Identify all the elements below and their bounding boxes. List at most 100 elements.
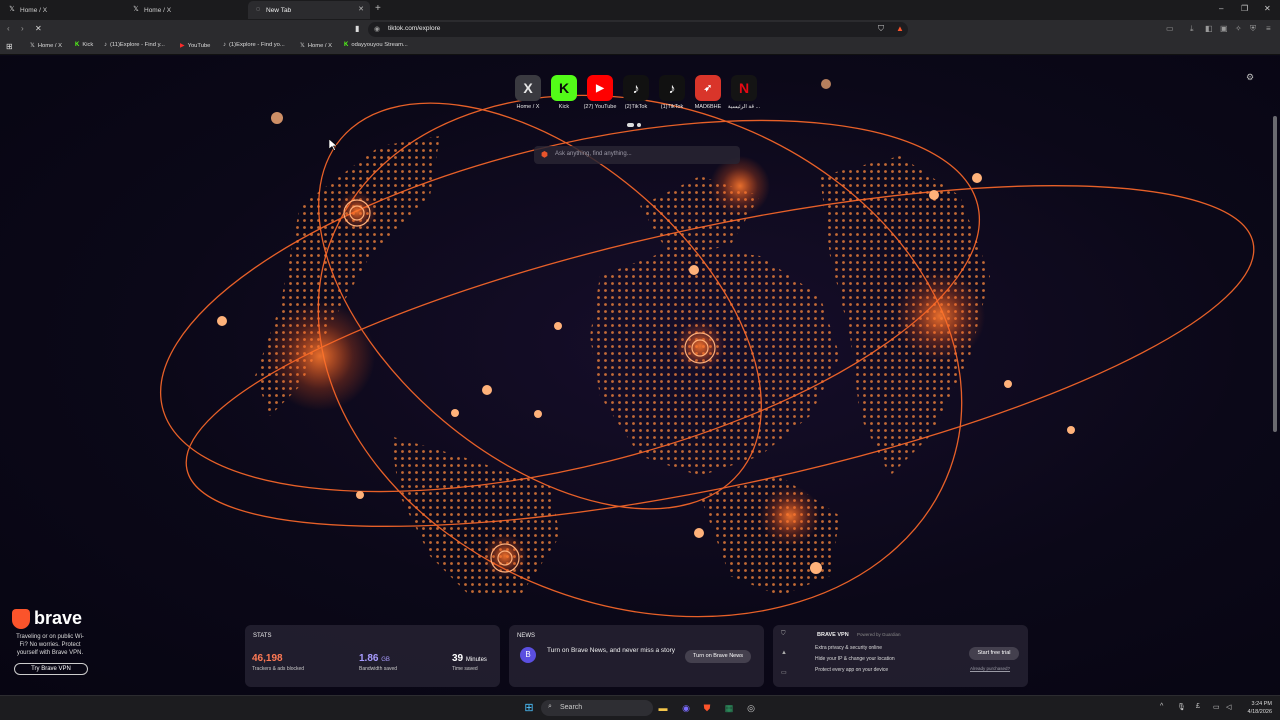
url-text: tiktok.com/explore bbox=[388, 25, 441, 32]
top-site-label: Home / X bbox=[516, 104, 540, 110]
vpn-tab-icon[interactable]: ⛉ bbox=[781, 631, 786, 638]
brave-browser-icon[interactable]: ⛊ bbox=[700, 701, 714, 715]
mouse-cursor-icon bbox=[329, 139, 338, 151]
taskbar-search-label: Search bbox=[560, 704, 583, 711]
stop-loading-icon[interactable]: ✕ bbox=[35, 24, 42, 34]
bookmark-item[interactable]: 𝕏 Home / X bbox=[300, 42, 332, 50]
customize-gear-icon[interactable]: ⚙ bbox=[1246, 72, 1254, 83]
tile-glyph: ▶ bbox=[596, 82, 604, 94]
tile-glyph: X bbox=[523, 80, 533, 96]
top-site-mad6bhe[interactable]: ➶ MAD6BHE bbox=[690, 75, 726, 110]
address-bar[interactable]: ◉ tiktok.com/explore bbox=[368, 22, 908, 37]
already-purchased-link[interactable]: Already purchased? bbox=[970, 666, 1010, 671]
try-brave-vpn-button[interactable]: Try Brave VPN bbox=[14, 663, 88, 675]
turn-on-news-button[interactable]: Turn on Brave News bbox=[685, 650, 751, 663]
bookmark-item[interactable]: 𝕏 Home / X bbox=[30, 42, 62, 50]
windows-start-icon[interactable]: ⊞ bbox=[522, 701, 536, 715]
clock[interactable]: 3:24 PM 4/18/2026 bbox=[1236, 700, 1272, 716]
restore-icon[interactable]: ❐ bbox=[1241, 4, 1248, 13]
wallet-icon[interactable]: ▣ bbox=[1220, 24, 1228, 34]
discord-icon[interactable]: ◉ bbox=[679, 701, 693, 715]
brave-news-icon: B bbox=[520, 647, 536, 663]
bookmark-item[interactable]: ▶ YouTube bbox=[180, 42, 211, 50]
bandwidth-value: 1.86 bbox=[359, 653, 379, 664]
vpn-feature: Extra privacy & security online bbox=[815, 645, 882, 651]
time-label: Time saved bbox=[452, 666, 478, 672]
bookmark-item[interactable]: ♪ (1)Explore - Find yo... bbox=[223, 42, 285, 48]
tile-glyph: N bbox=[738, 80, 750, 96]
brave-shields-icon[interactable]: ⛉ bbox=[878, 24, 884, 34]
brave-logo: brave bbox=[12, 608, 112, 629]
chrome-icon[interactable]: ◎ bbox=[744, 701, 758, 715]
kick-icon: K bbox=[344, 42, 349, 48]
tab-home-x-1[interactable]: 𝕏 Home / X bbox=[2, 1, 126, 19]
windows-taskbar: ⊞ ⌕ Search ▬ ◉ ⛊ ▦ ◎ ^ 🎙 £ ▭ ◁ 3:24 PM 4… bbox=[0, 695, 1280, 720]
brave-lion-icon bbox=[12, 608, 30, 629]
language-icon[interactable]: £ bbox=[1196, 703, 1200, 710]
tab-new-tab[interactable]: ◌ New Tab ✕ bbox=[248, 1, 370, 19]
tray-overflow-icon[interactable]: ^ bbox=[1160, 703, 1163, 710]
top-site-kick[interactable]: K Kick bbox=[546, 75, 582, 110]
site-info-icon[interactable]: ◉ bbox=[374, 25, 380, 35]
download-icon[interactable]: ⤓ bbox=[1190, 24, 1194, 34]
search-box[interactable]: ⬢ Ask anything, find anything... bbox=[534, 146, 740, 164]
bookmark-label: odayyouyou Stream... bbox=[351, 42, 408, 48]
file-explorer-icon[interactable]: ▬ bbox=[656, 701, 670, 715]
bookmark-item[interactable]: K Kick bbox=[75, 42, 93, 48]
taskbar-search[interactable]: ⌕ Search bbox=[541, 700, 653, 716]
volume-icon[interactable]: ◁ bbox=[1226, 703, 1231, 711]
vpn-icon[interactable]: ⛨ bbox=[1250, 24, 1256, 34]
bookmark-icon[interactable]: ▮ bbox=[355, 24, 359, 34]
clock-date: 4/18/2026 bbox=[1247, 709, 1272, 715]
brave-rewards-icon[interactable]: ▲ bbox=[896, 24, 904, 34]
menu-icon[interactable]: ≡ bbox=[1266, 24, 1271, 34]
news-title: NEWS bbox=[517, 633, 535, 639]
excel-icon[interactable]: ▦ bbox=[722, 701, 736, 715]
start-free-trial-button[interactable]: Start free trial bbox=[969, 647, 1019, 660]
trackers-label: Trackers & ads blocked bbox=[252, 666, 305, 672]
apps-icon[interactable]: ⊞ bbox=[6, 42, 13, 51]
kick-icon: K bbox=[551, 75, 577, 101]
talk-tab-icon[interactable]: ▭ bbox=[781, 669, 787, 676]
back-icon[interactable]: ‹ bbox=[7, 24, 10, 34]
microphone-icon[interactable]: 🎙 bbox=[1177, 703, 1186, 711]
close-window-icon[interactable]: ✕ bbox=[1264, 4, 1271, 13]
minimize-icon[interactable]: – bbox=[1219, 4, 1223, 13]
top-site-netflix[interactable]: N قة الرئيسية ... bbox=[726, 75, 762, 110]
top-site-label: MAD6BHE bbox=[694, 104, 722, 110]
split-view-icon[interactable]: ◧ bbox=[1205, 24, 1213, 34]
top-site-tiktok-1[interactable]: ♪ (1)TikTok bbox=[654, 75, 690, 110]
top-site-youtube[interactable]: ▶ (27) YouTube bbox=[582, 75, 618, 110]
top-site-tiktok-2[interactable]: ♪ (2)TikTok bbox=[618, 75, 654, 110]
bookmark-item[interactable]: ♪ (11)Explore - Find y... bbox=[104, 42, 165, 48]
new-tab-button[interactable]: + bbox=[375, 3, 381, 14]
time-value: 39 bbox=[452, 653, 464, 664]
news-card: NEWS B Turn on Brave News, and never mis… bbox=[509, 625, 764, 687]
close-tab-icon[interactable]: ✕ bbox=[358, 5, 364, 13]
tile-glyph: K bbox=[558, 80, 570, 96]
bookmark-label: (1)Explore - Find yo... bbox=[229, 42, 285, 48]
loading-icon: ◌ bbox=[255, 6, 261, 13]
forward-icon[interactable]: › bbox=[21, 24, 24, 34]
tiktok-icon: ♪ bbox=[659, 75, 685, 101]
sidebar-icon[interactable]: ▭ bbox=[1166, 24, 1174, 34]
youtube-icon: ▶ bbox=[587, 75, 613, 101]
promo-text: Traveling or on public Wi-Fi? No worries… bbox=[16, 634, 84, 656]
top-site-home-x[interactable]: X Home / X bbox=[510, 75, 546, 110]
network-icon[interactable]: ▭ bbox=[1213, 703, 1220, 711]
vpn-title: BRAVE VPN bbox=[817, 632, 849, 638]
page-dot[interactable] bbox=[637, 123, 641, 127]
bookmark-item[interactable]: Kodayyouyou Stream... bbox=[344, 42, 408, 48]
tab-strip: 𝕏 Home / X 𝕏 Home / X ◌ New Tab ✕ + – ❐ … bbox=[0, 0, 1280, 20]
bookmark-label: YouTube bbox=[187, 42, 211, 49]
kick-icon: K bbox=[75, 42, 80, 48]
rewards-tab-icon[interactable]: ▲ bbox=[781, 650, 787, 656]
page-dot[interactable] bbox=[627, 123, 634, 127]
top-sites-pager[interactable] bbox=[627, 123, 641, 127]
youtube-icon: ▶ bbox=[180, 43, 185, 49]
scrollbar[interactable] bbox=[1273, 116, 1277, 432]
toolbar: ‹ › ✕ ▮ ◉ tiktok.com/explore ⛉ ▲ ▭ ⤓ ◧ ▣… bbox=[0, 20, 1280, 39]
leo-ai-icon[interactable]: ✧ bbox=[1235, 24, 1242, 34]
top-site-label: (2)TikTok bbox=[624, 104, 648, 110]
tab-home-x-2[interactable]: 𝕏 Home / X bbox=[126, 1, 248, 19]
